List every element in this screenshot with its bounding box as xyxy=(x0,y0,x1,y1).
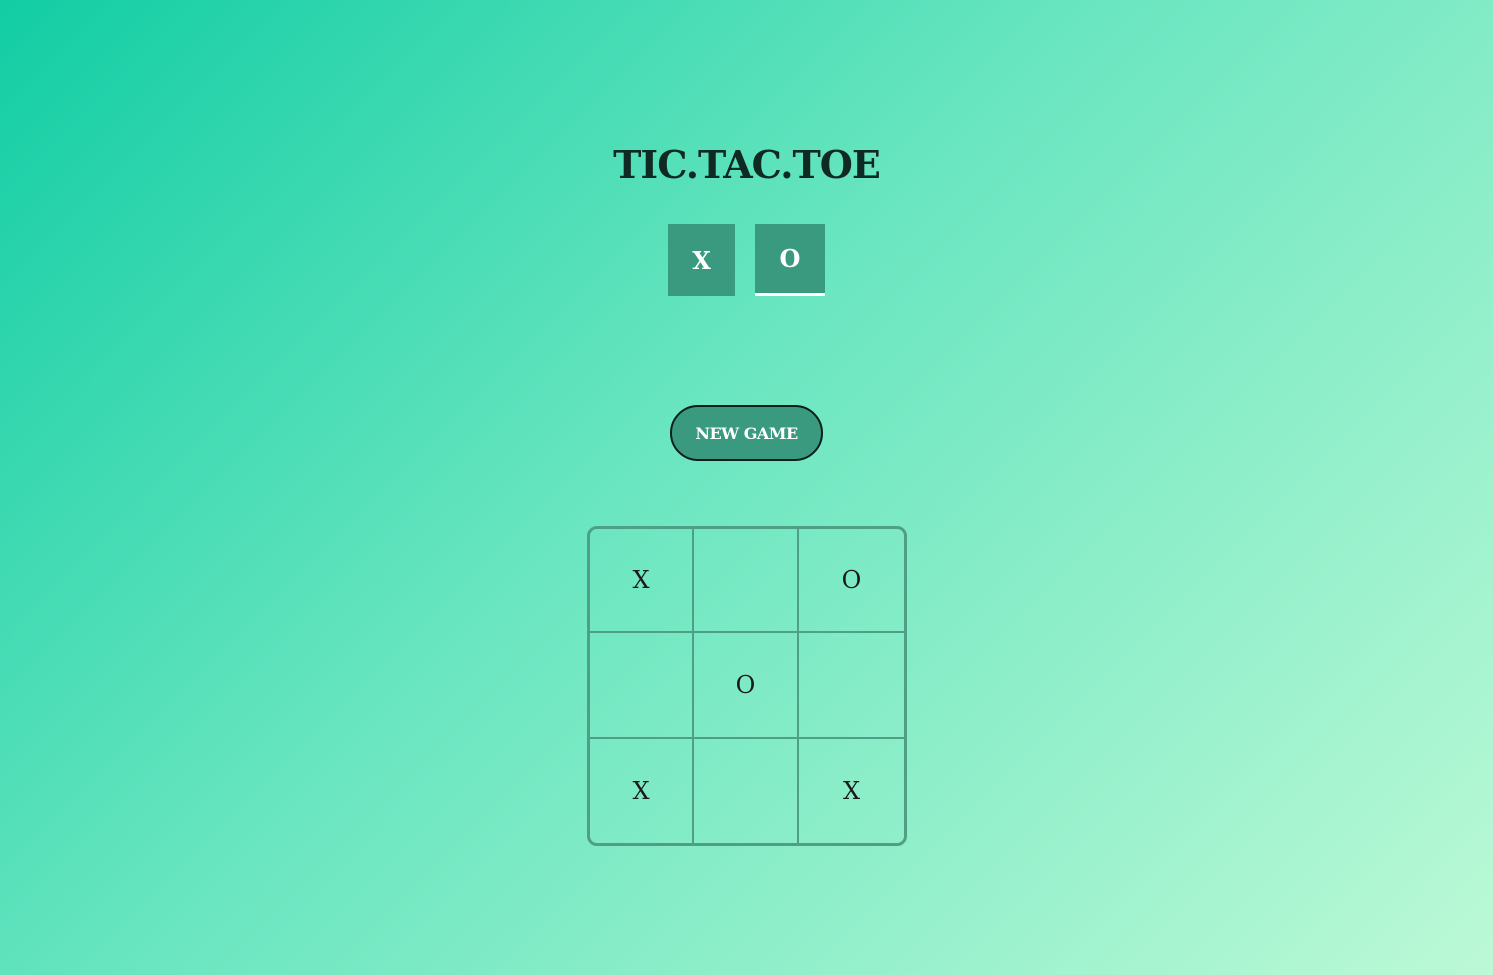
board-cell-2[interactable] xyxy=(694,529,799,633)
board-cell-3[interactable]: O xyxy=(799,529,904,633)
new-game-button[interactable]: NEW GAME xyxy=(670,405,823,461)
player-x-button[interactable]: X xyxy=(668,224,735,296)
board-cell-8[interactable] xyxy=(694,739,799,843)
board-cell-7[interactable]: X xyxy=(590,739,694,843)
board-cell-4[interactable] xyxy=(590,633,694,739)
board-cell-5[interactable]: O xyxy=(694,633,799,739)
board-cell-1[interactable]: X xyxy=(590,529,694,633)
player-o-button[interactable]: O xyxy=(755,224,825,296)
board-cell-6[interactable] xyxy=(799,633,904,739)
board-cell-9[interactable]: X xyxy=(799,739,904,843)
game-title: TIC.TAC.TOE xyxy=(613,142,881,187)
player-select: X O xyxy=(668,224,825,296)
game-board: X O O X X xyxy=(587,526,907,846)
